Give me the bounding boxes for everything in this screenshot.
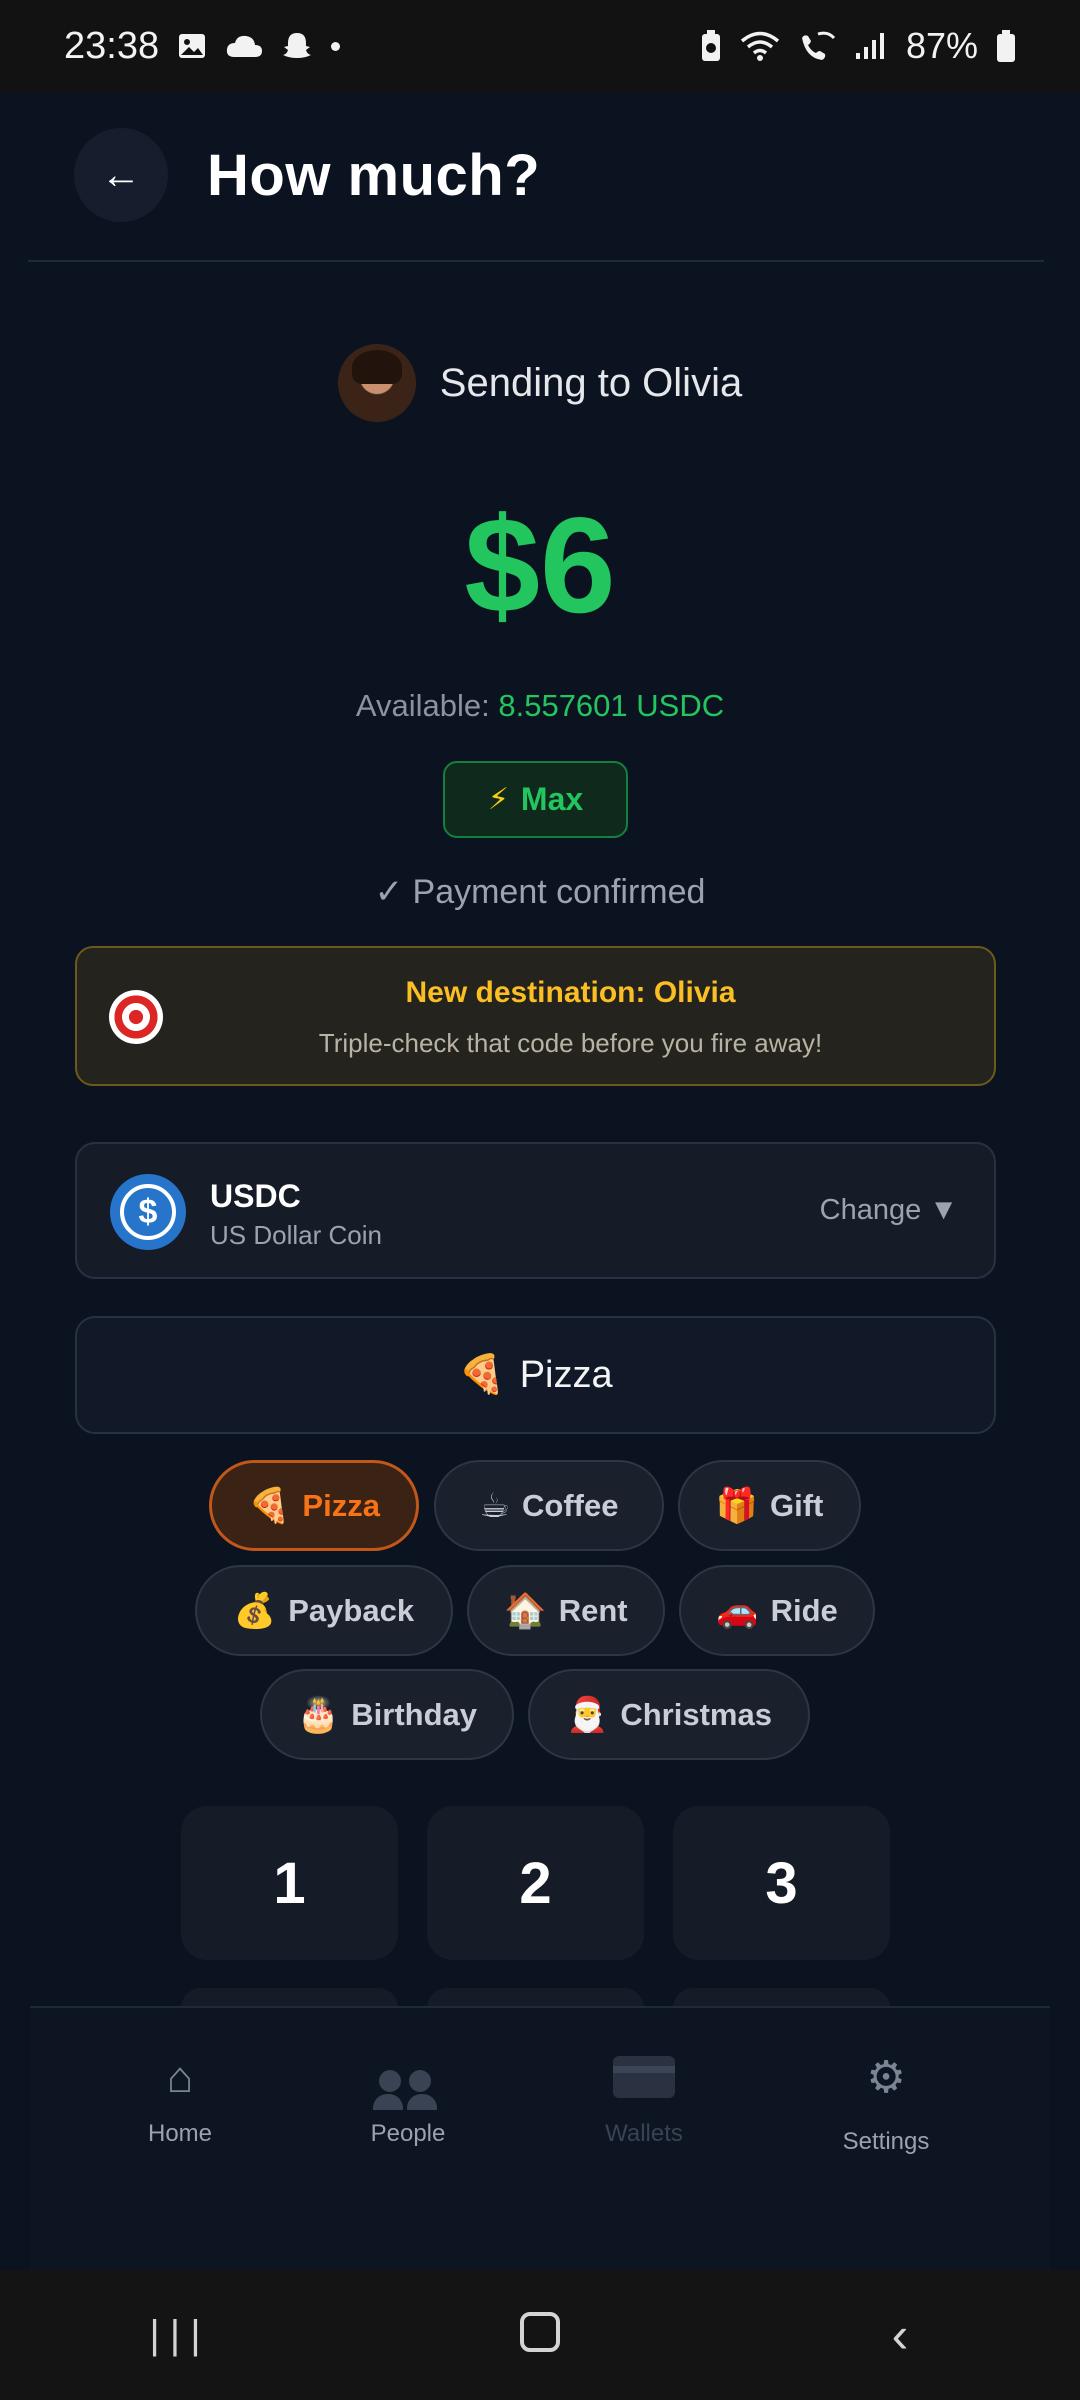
back-button[interactable]: ←: [74, 128, 168, 222]
coffee-icon: ☕: [479, 1486, 511, 1525]
battery-saver-icon: [700, 29, 722, 63]
nav-label: Settings: [842, 2128, 930, 2155]
token-name: US Dollar Coin: [210, 1220, 382, 1250]
usdc-icon-glyph: $: [120, 1184, 176, 1240]
category-chip-rent[interactable]: 🏠 Rent: [467, 1565, 665, 1656]
status-time: 23:38: [64, 24, 160, 67]
gallery-icon: [177, 31, 207, 61]
battery-icon: [996, 29, 1016, 63]
keypad-key-2[interactable]: 2: [427, 1806, 644, 1960]
pizza-icon: 🍕: [248, 1486, 291, 1525]
chip-label: Gift: [769, 1487, 824, 1523]
usdc-icon: $: [110, 1174, 186, 1250]
lightning-icon: ⚡: [487, 783, 509, 816]
home-button[interactable]: [480, 2306, 600, 2364]
money-bag-icon: 💰: [233, 1591, 277, 1630]
arrow-left-icon: ←: [101, 152, 141, 197]
home-square-icon: [520, 2312, 560, 2352]
signal-icon: [854, 31, 888, 61]
car-icon: 🚗: [716, 1591, 759, 1630]
change-token-button[interactable]: Change ▼: [820, 1194, 958, 1227]
nav-label: People: [370, 2120, 446, 2147]
available-value: 8.557601 USDC: [498, 688, 725, 723]
category-chip-birthday[interactable]: 🎂 Birthday: [260, 1669, 514, 1760]
category-chip-coffee[interactable]: ☕ Coffee: [434, 1460, 664, 1551]
token-selector[interactable]: $ USDC US Dollar Coin Change ▼: [75, 1142, 996, 1279]
santa-icon: 🎅: [566, 1695, 609, 1734]
chip-label: Payback: [288, 1592, 415, 1628]
nav-label: Home: [147, 2120, 213, 2147]
system-nav-bar: ||| ‹: [0, 2270, 1080, 2400]
back-nav-button[interactable]: ‹: [840, 2306, 960, 2364]
token-symbol: USDC: [210, 1178, 301, 1214]
gift-icon: 🎁: [715, 1486, 758, 1525]
house-icon: 🏠: [504, 1591, 547, 1630]
chip-label: Ride: [770, 1592, 838, 1628]
new-destination-banner: New destination: Olivia Triple-check tha…: [75, 946, 996, 1086]
payment-confirmed-status: ✓ Payment confirmed: [374, 873, 706, 911]
wallet-icon: [554, 2048, 734, 2108]
wifi-icon: [740, 30, 780, 62]
recipient-label: Sending to Olivia: [439, 360, 743, 405]
cloud-icon: [225, 33, 263, 59]
category-chip-christmas[interactable]: 🎅 Christmas: [528, 1669, 810, 1760]
recent-apps-button[interactable]: |||: [120, 2313, 240, 2358]
bottom-nav: ⌂ Home People Wallets ⚙ Settings: [30, 2006, 1050, 2270]
available-balance: Available: 8.557601 USDC: [0, 688, 1080, 724]
category-chip-ride[interactable]: 🚗 Ride: [679, 1565, 875, 1656]
avatar: [337, 344, 416, 422]
status-right: 87%: [700, 25, 1016, 67]
pizza-icon: 🍕: [458, 1354, 506, 1396]
status-bar: 23:38 87%: [0, 0, 1080, 92]
home-icon: ⌂: [166, 2053, 194, 2102]
nav-wallets[interactable]: Wallets: [554, 2048, 734, 2148]
chip-label: Coffee: [522, 1487, 619, 1523]
note-value: Pizza: [519, 1353, 613, 1396]
gear-icon: ⚙: [866, 2053, 906, 2102]
category-chip-payback[interactable]: 💰 Payback: [195, 1565, 453, 1656]
cake-icon: 🎂: [296, 1695, 340, 1734]
header: ← How much?: [28, 92, 1044, 262]
nav-people[interactable]: People: [318, 2048, 498, 2148]
people-icon: [318, 2048, 498, 2110]
keypad-key-partial[interactable]: [181, 1988, 398, 2008]
chip-label: Birthday: [351, 1696, 478, 1732]
keypad-key-partial[interactable]: [427, 1988, 644, 2008]
chip-label: Rent: [558, 1592, 628, 1628]
keypad-key-3[interactable]: 3: [673, 1806, 890, 1960]
max-label: Max: [520, 781, 584, 817]
page-title: How much?: [207, 143, 541, 208]
keypad-key-partial[interactable]: [673, 1988, 890, 2008]
banner-title: New destination: Olivia: [405, 976, 736, 1009]
chip-label: Pizza: [302, 1487, 380, 1523]
banner-subtitle: Triple-check that code before you fire a…: [318, 1028, 823, 1058]
note-input[interactable]: 🍕 Pizza: [75, 1316, 996, 1434]
dot-icon: [331, 41, 341, 51]
category-chip-pizza[interactable]: 🍕 Pizza: [209, 1460, 419, 1551]
nav-home[interactable]: ⌂ Home: [90, 2048, 270, 2148]
amount-display: $6: [464, 489, 616, 641]
category-chip-gift[interactable]: 🎁 Gift: [678, 1460, 861, 1551]
available-label: Available:: [355, 688, 490, 723]
status-left: 23:38: [64, 24, 341, 68]
nav-label: Wallets: [605, 2120, 683, 2147]
wifi-calling-icon: [798, 30, 836, 62]
battery-percent: 87%: [905, 25, 978, 66]
max-button[interactable]: ⚡ Max: [443, 761, 628, 838]
keypad-key-1[interactable]: 1: [181, 1806, 398, 1960]
nav-settings[interactable]: ⚙ Settings: [796, 2048, 976, 2156]
recipient-row: Sending to Olivia: [0, 344, 1080, 422]
chip-label: Christmas: [620, 1696, 772, 1732]
snapchat-icon: [281, 30, 313, 62]
